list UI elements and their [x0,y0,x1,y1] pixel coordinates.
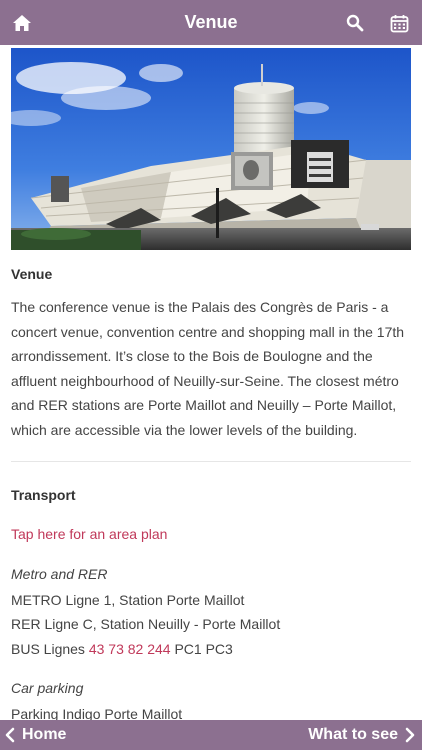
bus-suffix: PC1 PC3 [174,641,233,657]
metro-heading: Metro and RER [11,566,108,582]
calendar-button[interactable] [384,8,414,38]
what-to-see-nav-button[interactable]: What to see [308,720,416,750]
calendar-icon [390,14,408,32]
parking-line: Parking Indigo Porte Maillot [11,706,183,720]
search-button[interactable] [340,8,370,38]
chevron-left-icon [5,727,15,743]
chevron-right-icon [405,727,415,743]
venue-heading: Venue [11,266,53,282]
rer-line: RER Ligne C, Station Neuilly - Porte Mai… [11,616,281,632]
parking-heading: Car parking [11,680,84,696]
transport-heading: Transport [11,487,76,503]
venue-photo [11,48,411,250]
venue-description: The conference venue is the Palais des C… [11,299,405,438]
search-icon [346,14,364,32]
home-nav-button[interactable]: Home [4,720,66,750]
bus-numbers-link[interactable]: 43 73 82 244 [89,641,171,657]
bus-line: BUS Lignes 43 73 82 244 PC1 PC3 [11,641,233,657]
bus-prefix: BUS Lignes [11,641,85,657]
home-nav-label: Home [22,726,67,743]
area-plan-link[interactable]: Tap here for an area plan [11,526,167,542]
what-to-see-label: What to see [308,726,398,743]
venue-content[interactable]: Venue The conference venue is the Palais… [0,45,422,720]
top-bar: Venue [0,0,422,45]
bottom-nav: Home What to see [0,720,422,750]
section-divider [11,461,411,462]
metro-line: METRO Ligne 1, Station Porte Maillot [11,592,245,608]
